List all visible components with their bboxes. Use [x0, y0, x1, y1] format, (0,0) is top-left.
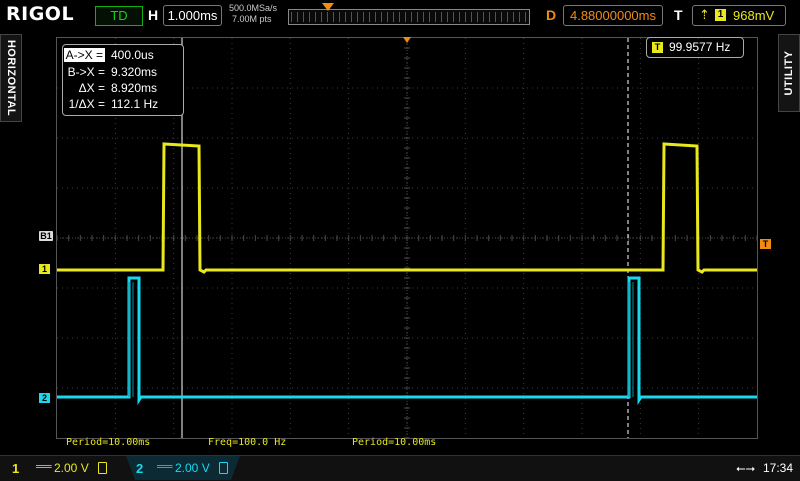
horizontal-tab-label: HORIZONTAL — [5, 39, 17, 117]
ch2-offset-marker[interactable]: 2 — [39, 393, 50, 403]
system-clock: 17:34 — [763, 461, 794, 475]
cursor-inverse-row: 1/ΔX = 112.1 Hz — [63, 96, 181, 112]
cursor-a-row: A->X = 400.0us — [63, 47, 181, 63]
counter-value: 99.9577 Hz — [669, 40, 731, 54]
cursor-a-label-wrap: A->X = — [63, 47, 105, 63]
memory-depth: 7.00M pts — [232, 14, 272, 24]
counter-source-badge: T — [652, 42, 663, 53]
frequency-counter: T 99.9577 Hz — [646, 37, 744, 58]
top-status-bar: RIGOL TD H 1.000ms 500.0MSa/s 7.00M pts … — [0, 0, 800, 32]
utility-menu-tab[interactable]: UTILITY — [778, 34, 800, 112]
measurement-period-2: Period=10.00ms — [352, 437, 437, 448]
ch2-status[interactable]: 2 ══ 2.00 V — [126, 457, 240, 479]
trigger-level: 968mV — [733, 8, 775, 23]
cursor-b-value: 9.320ms — [111, 65, 158, 79]
measurement-frequency: Freq=100.0 Hz — [208, 437, 287, 448]
ch1-label: 1 — [12, 461, 20, 476]
trigger-settings[interactable]: ⇡ 1 968mV — [692, 5, 786, 26]
usb-icon: ⭠⭢ — [736, 461, 756, 475]
horizontal-menu-tab[interactable]: HORIZONTAL — [0, 34, 22, 122]
measurement-period-1: Period=10.00ms — [66, 437, 151, 448]
horizontal-delay[interactable]: 4.88000000ms — [563, 5, 663, 26]
ch2-edge-detail — [128, 282, 634, 397]
cursor-inverse-value: 112.1 Hz — [111, 97, 159, 111]
brand-logo: RIGOL — [6, 3, 75, 25]
trigger-position-marker — [403, 37, 411, 43]
cursor-delta-label: ΔX = — [78, 81, 105, 95]
cursor-delta-row: ΔX = 8.920ms — [63, 80, 181, 96]
ch1-offset-marker[interactable]: 1 — [39, 264, 50, 274]
trigger-prefix: T — [674, 7, 683, 23]
cursor-b-row: B->X = 9.320ms — [63, 64, 181, 80]
memory-position-bar[interactable] — [288, 9, 530, 25]
timebase-prefix: H — [148, 7, 159, 23]
ch2-coupling-icon: ══ — [157, 461, 173, 473]
run-status-badge[interactable]: TD — [95, 6, 143, 26]
ch2-label: 2 — [136, 461, 144, 476]
sample-rate: 500.0MSa/s — [229, 3, 278, 13]
trigger-position-icon — [322, 3, 334, 11]
acquisition-info: 500.0MSa/s 7.00M pts — [229, 3, 277, 25]
cursor-inverse-label: 1/ΔX = — [68, 97, 105, 111]
ch2-bandwidth-icon — [219, 462, 228, 474]
cursor-b-label: B->X = — [67, 65, 105, 79]
ch1-bandwidth-icon — [98, 462, 107, 474]
cursor-a-value: 400.0us — [111, 48, 154, 62]
ch2-scale: 2.00 V — [175, 461, 210, 475]
b1-marker[interactable]: B1 — [39, 231, 53, 241]
channel-status-bar: 1 ══ 2.00 V 2 ══ 2.00 V ⭠⭢ 17:34 — [0, 455, 800, 481]
delay-prefix: D — [546, 7, 557, 23]
cursor-readout-panel: A->X = 400.0us B->X = 9.320ms ΔX = 8.920… — [62, 44, 184, 116]
timebase-scale[interactable]: 1.000ms — [163, 5, 222, 26]
rising-edge-icon: ⇡ — [699, 7, 710, 22]
ch1-coupling-icon: ══ — [36, 461, 52, 473]
trigger-channel-badge: 1 — [715, 9, 726, 21]
ch1-status[interactable]: 1 ══ 2.00 V — [0, 457, 120, 479]
cursor-delta-value: 8.920ms — [111, 81, 158, 95]
cursor-a-label: A->X = — [63, 48, 105, 62]
trigger-level-marker[interactable]: T — [760, 239, 771, 249]
ch1-scale: 2.00 V — [54, 461, 89, 475]
utility-tab-label: UTILITY — [783, 50, 795, 96]
